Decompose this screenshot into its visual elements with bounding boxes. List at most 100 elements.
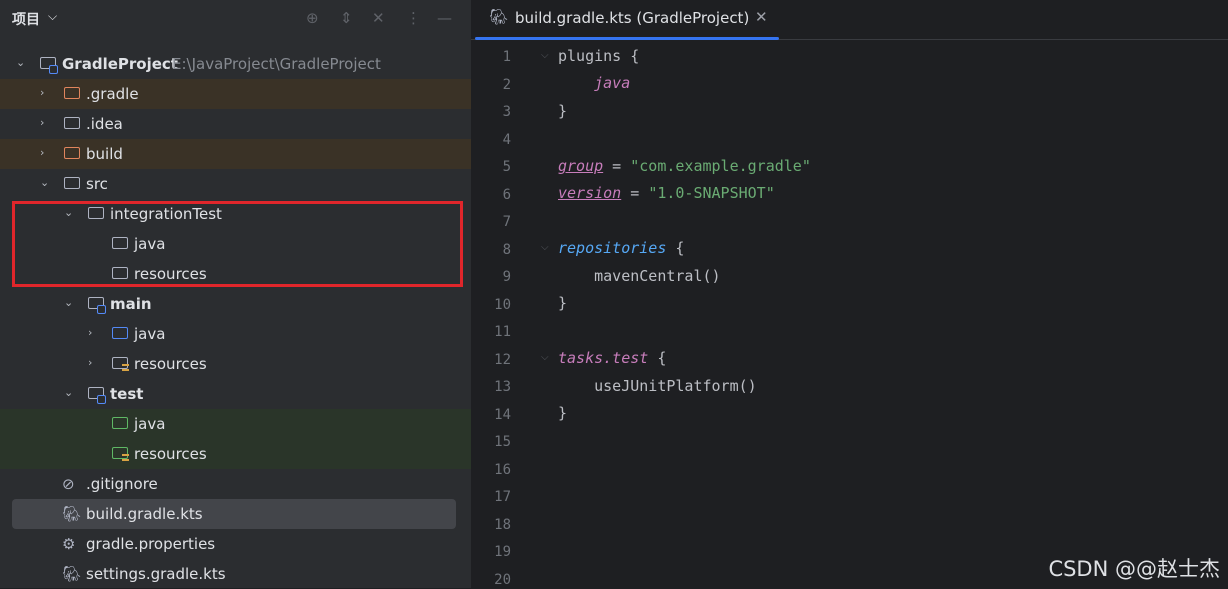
code-token: = [621, 184, 649, 202]
module-badge-icon [97, 395, 106, 404]
code-line-12[interactable]: tasks.test { [558, 349, 666, 367]
code-token: mavenCentral() [594, 267, 721, 285]
code-line-14[interactable]: } [558, 404, 567, 422]
line-number: 19 [494, 544, 511, 560]
tree-item-build[interactable]: › build [0, 139, 471, 169]
tree-item-main-java[interactable]: › java [0, 319, 471, 349]
project-panel: 项目 ⌵ ⊕ ⇕ ✕ ⋮ — ⌄ GradleProject E:\JavaPr… [0, 0, 471, 588]
chevron-down-icon[interactable]: ⌵ [48, 9, 57, 24]
line-number: 15 [494, 434, 511, 450]
ignore-file-icon: ⊘ [62, 475, 75, 493]
line-number: 16 [494, 461, 511, 478]
chevron-right-icon[interactable]: › [88, 356, 92, 369]
line-number: 12 [494, 351, 511, 368]
fold-icon[interactable]: ⌵ [541, 352, 549, 363]
tree-item-label: build.gradle.kts [86, 505, 203, 523]
tree-item-test-java[interactable]: java [0, 409, 471, 439]
line-number: 8 [502, 241, 511, 258]
tree-item-label: build [86, 145, 123, 163]
more-icon[interactable]: ⋮ [406, 9, 421, 27]
module-badge-icon [97, 305, 106, 314]
tree-item-main[interactable]: ⌄ main [0, 289, 471, 319]
line-number: 9 [502, 269, 511, 285]
tree-item-src[interactable]: ⌄ src [0, 169, 471, 199]
code-line-1[interactable]: plugins { [558, 47, 639, 65]
code-line-2[interactable]: java [558, 74, 630, 92]
fold-icon[interactable]: ⌵ [541, 242, 549, 253]
tree-item-label: java [134, 415, 166, 433]
project-panel-title[interactable]: 项目 [12, 9, 40, 29]
code-token: group [558, 157, 604, 175]
gradle-icon: 🐘︎ [62, 505, 82, 523]
minimize-icon[interactable]: — [437, 9, 452, 27]
chevron-right-icon[interactable]: › [88, 326, 92, 339]
line-number: 10 [494, 296, 511, 313]
tree-item-main-resources[interactable]: › resources [0, 349, 471, 379]
chevron-down-icon[interactable]: ⌄ [40, 176, 49, 189]
code-token: java [594, 74, 631, 92]
chevron-down-icon[interactable]: ⌄ [64, 386, 73, 399]
tree-item-label: .gradle [86, 85, 139, 103]
code-line-6[interactable]: version = "1.0-SNAPSHOT" [558, 184, 775, 202]
tree-item-gradle-properties[interactable]: ⚙ gradle.properties [0, 529, 471, 559]
code-line-9[interactable]: mavenCentral() [558, 267, 721, 285]
tree-item-settings-gradle-kts[interactable]: 🐘︎ settings.gradle.kts [0, 559, 471, 589]
tree-root-label: GradleProject [62, 55, 178, 73]
tree-item-test-resources[interactable]: resources [0, 439, 471, 469]
test-folder-icon [112, 417, 128, 429]
gradle-icon: 🐘︎ [62, 565, 82, 583]
tree-item-build-gradle-kts[interactable]: 🐘︎ build.gradle.kts [12, 499, 456, 529]
code-line-5[interactable]: group = "com.example.gradle" [558, 157, 811, 175]
tree-item-label: .idea [86, 115, 123, 133]
resources-badge-icon [122, 454, 129, 461]
chevron-right-icon[interactable]: › [40, 86, 44, 99]
resources-badge-icon [122, 364, 129, 371]
tree-item-test[interactable]: ⌄ test [0, 379, 471, 409]
code-token: version [558, 184, 622, 202]
folder-icon [64, 87, 80, 99]
line-number: 13 [494, 379, 511, 395]
code-token: { [648, 349, 667, 367]
expand-icon[interactable]: ⇕ [340, 9, 353, 27]
gradle-icon: 🐘︎ [489, 8, 509, 26]
tree-item-label: gradle.properties [86, 535, 216, 553]
line-number: 18 [494, 516, 511, 533]
tree-item-label: src [86, 175, 108, 193]
code-line-8[interactable]: repositories { [558, 239, 684, 257]
line-number: 14 [494, 406, 511, 423]
active-tab-indicator [475, 37, 779, 40]
line-number: 3 [502, 104, 511, 120]
code-line-13[interactable]: useJUnitPlatform() [558, 377, 757, 395]
line-number: 5 [502, 159, 511, 175]
line-number: 20 [494, 571, 511, 588]
tree-item-label: .gitignore [86, 475, 158, 493]
line-number: 6 [502, 186, 511, 203]
line-number: 2 [502, 76, 511, 93]
tree-item-idea[interactable]: › .idea [0, 109, 471, 139]
collapse-icon[interactable]: ✕ [372, 9, 385, 27]
tree-item-gitignore[interactable]: ⊘ .gitignore [0, 469, 471, 499]
code-token: useJUnitPlatform() [594, 377, 757, 395]
source-folder-icon [112, 327, 128, 339]
code-token: } [558, 294, 568, 312]
chevron-down-icon[interactable]: ⌄ [16, 56, 25, 69]
chevron-down-icon[interactable]: ⌄ [64, 296, 73, 309]
tab-build-gradle-kts[interactable]: 🐘︎ build.gradle.kts (GradleProject) ✕ [475, 0, 779, 40]
editor-tab-bar: 🐘︎ build.gradle.kts (GradleProject) ✕ [471, 0, 1228, 40]
chevron-right-icon[interactable]: › [40, 116, 44, 129]
crosshair-icon[interactable]: ⊕ [306, 9, 319, 27]
tree-item-label: settings.gradle.kts [86, 565, 226, 583]
code-line-10[interactable]: } [558, 294, 567, 312]
close-icon[interactable]: ✕ [755, 8, 768, 26]
chevron-right-icon[interactable]: › [40, 146, 44, 159]
tree-root-path: E:\JavaProject\GradleProject [172, 55, 381, 73]
code-line-3[interactable]: } [558, 102, 567, 120]
tree-root[interactable]: ⌄ GradleProject E:\JavaProject\GradlePro… [0, 49, 471, 79]
tree-item-gradle[interactable]: › .gradle [0, 79, 471, 109]
code-token: plugins [558, 47, 622, 65]
highlight-box [12, 201, 463, 287]
fold-icon[interactable]: ⌵ [541, 50, 549, 61]
line-number: 17 [494, 489, 511, 505]
folder-icon [64, 117, 80, 129]
code-token: { [666, 239, 685, 257]
